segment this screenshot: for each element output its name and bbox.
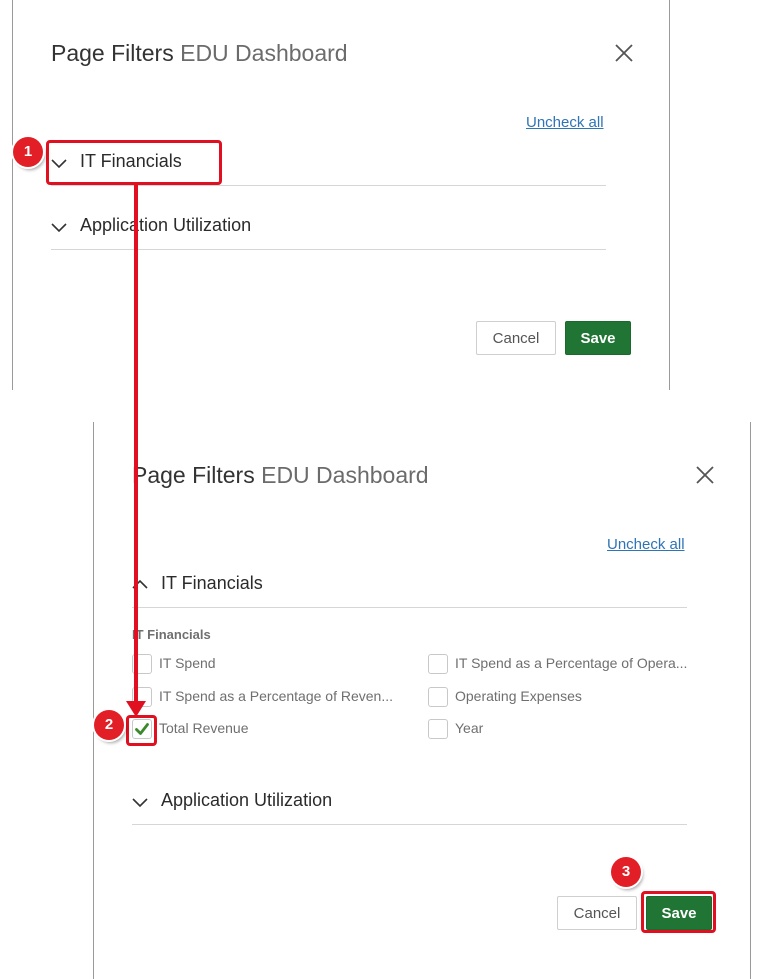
highlight-it-financials (46, 140, 222, 185)
step-badge-2: 2 (94, 710, 124, 740)
highlight-save-button (641, 891, 716, 933)
highlight-total-revenue-checkbox (126, 715, 157, 746)
step-badge-1: 1 (13, 137, 43, 167)
step-badge-3: 3 (611, 857, 641, 887)
